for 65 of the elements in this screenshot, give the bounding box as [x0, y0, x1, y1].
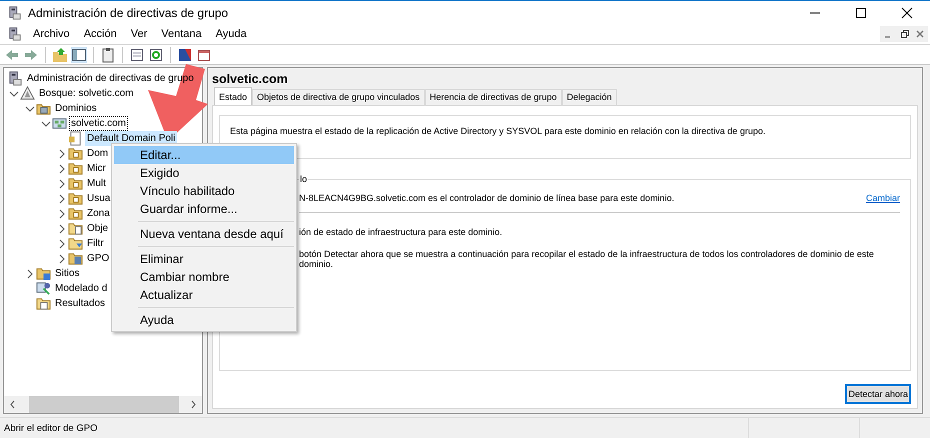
- network-icon: [52, 116, 67, 131]
- change-link[interactable]: Cambiar: [866, 193, 900, 203]
- tree-item[interactable]: Mult: [85, 176, 108, 191]
- menu-item[interactable]: Editar...: [114, 146, 294, 164]
- tree-item[interactable]: GPO: [85, 251, 112, 266]
- description-text: Esta página muestra el estado de la replicación de Active Directory y SYSVOL para este dominio en relación con la directiva de grupo.: [230, 126, 766, 136]
- info-text: ión de estado de infraestructura para este dominio.: [299, 227, 504, 237]
- menu-item[interactable]: Guardar informe...: [114, 200, 294, 218]
- group-label: lo: [299, 174, 308, 184]
- tree-item[interactable]: Zona: [85, 206, 112, 221]
- folder-icon: [68, 236, 83, 251]
- menu-item[interactable]: Exigido: [114, 164, 294, 182]
- menu-item[interactable]: Ayuda: [208, 28, 254, 40]
- status-text: Abrir el editor de GPO: [4, 422, 98, 434]
- folder-icon: [68, 206, 83, 221]
- tree-item[interactable]: Resultados: [53, 296, 108, 311]
- tree-item[interactable]: Filtr: [85, 236, 106, 251]
- tree-item[interactable]: Micr: [85, 161, 108, 176]
- menu-item[interactable]: Ver: [124, 28, 154, 40]
- tree-item[interactable]: Sitios: [53, 266, 82, 281]
- folder-icon: [68, 251, 83, 266]
- menu-item[interactable]: Acción: [76, 28, 124, 40]
- folder-icon: [68, 191, 83, 206]
- tree-item[interactable]: Obje: [85, 221, 110, 236]
- menu-item[interactable]: Ayuda: [114, 311, 294, 329]
- menu-item[interactable]: Archivo: [26, 28, 77, 40]
- folder-icon: [68, 146, 83, 161]
- domain-title: solvetic.com: [212, 71, 289, 87]
- tree-item[interactable]: Modelado d: [53, 281, 110, 296]
- instruction-text: botón Detectar ahora que se muestra a continuación para recopilar el estado de la infraestructura de todos los controladores de dominio de este dominio.: [299, 249, 875, 269]
- menu-item[interactable]: Eliminar: [114, 250, 294, 268]
- tab[interactable]: Objetos de directiva de grupo vinculados: [252, 89, 425, 105]
- menu-item[interactable]: Nueva ventana desde aquí: [114, 225, 294, 243]
- folder-icon: [36, 266, 51, 281]
- folder-icon: [68, 161, 83, 176]
- help-icon[interactable]: [177, 46, 193, 62]
- window-title: Administración de directivas de grupo: [28, 6, 230, 20]
- folder-icon: [68, 221, 83, 236]
- detect-button[interactable]: Detectar ahora: [845, 384, 911, 404]
- menu-item[interactable]: Ventana: [154, 28, 209, 40]
- tree-item[interactable]: Bosque: solvetic.com: [37, 86, 136, 101]
- tree-item[interactable]: Dom: [85, 146, 110, 161]
- folder-icon: [68, 176, 83, 191]
- triangle-icon: [20, 86, 35, 101]
- tab[interactable]: Delegación: [562, 89, 617, 105]
- clipboard-icon[interactable]: [100, 46, 116, 62]
- list-icon[interactable]: [129, 46, 145, 62]
- computer-icon: [36, 281, 51, 296]
- menu-item[interactable]: Cambiar nombre: [114, 268, 294, 286]
- baseline-text: N-8LEACN4G9BG.solvetic.com es el controlador de dominio de línea base para este dominio.: [299, 193, 674, 203]
- horizontal-scrollbar[interactable]: [4, 396, 202, 413]
- console-icon: [8, 71, 23, 86]
- tab[interactable]: Estado: [214, 87, 252, 105]
- menu-item[interactable]: Actualizar: [114, 286, 294, 304]
- up-folder-icon[interactable]: [52, 46, 68, 62]
- console-tree-icon[interactable]: [71, 46, 87, 62]
- document-icon: [68, 131, 83, 146]
- folder-icon: [36, 296, 51, 311]
- tree-item[interactable]: Usua: [85, 191, 112, 206]
- console-icon[interactable]: [8, 27, 22, 41]
- menu-item[interactable]: Vínculo habilitado: [114, 182, 294, 200]
- app-icon: [8, 6, 22, 20]
- tree-item[interactable]: Dominios: [53, 101, 99, 116]
- tab[interactable]: Herencia de directivas de grupo: [424, 89, 562, 105]
- refresh-icon[interactable]: [148, 46, 164, 62]
